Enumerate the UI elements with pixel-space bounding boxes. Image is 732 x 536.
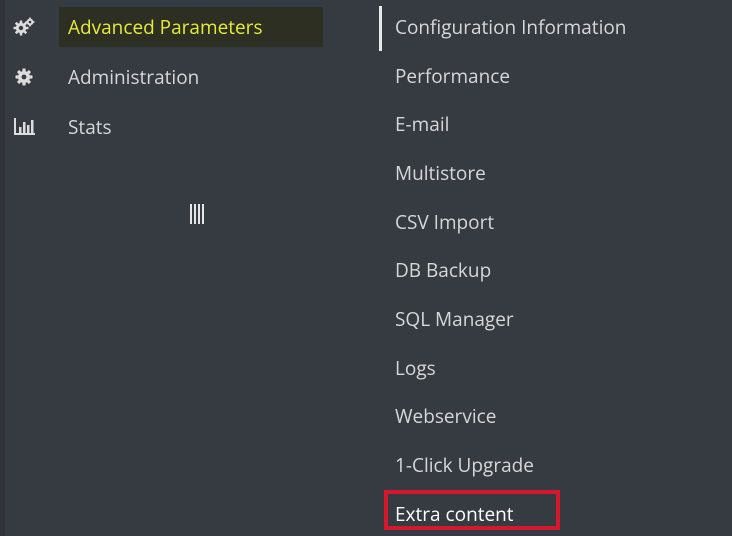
submenu: Configuration Information Performance E-… xyxy=(383,0,732,536)
submenu-item-label: Logs xyxy=(395,355,436,381)
submenu-item-1-click-upgrade[interactable]: 1-Click Upgrade xyxy=(383,446,723,484)
submenu-item-multistore[interactable]: Multistore xyxy=(383,154,723,192)
submenu-item-label: DB Backup xyxy=(395,257,492,283)
submenu-item-label: Performance xyxy=(395,63,511,89)
submenu-item-label: E-mail xyxy=(395,111,450,137)
submenu-item-label: Extra content xyxy=(395,501,514,527)
submenu-item-performance[interactable]: Performance xyxy=(383,57,723,95)
submenu-item-webservice[interactable]: Webservice xyxy=(383,397,723,435)
submenu-item-csv-import[interactable]: CSV Import xyxy=(383,203,723,241)
bar-chart-icon xyxy=(13,116,35,138)
sidebar-item-advanced-parameters[interactable]: Advanced Parameters xyxy=(5,5,375,49)
submenu-item-label: CSV Import xyxy=(395,209,495,235)
submenu-item-extra-content[interactable]: Extra content xyxy=(383,490,723,533)
sidebar-item-administration[interactable]: Administration xyxy=(5,55,375,99)
submenu-item-label: Multistore xyxy=(395,160,486,186)
submenu-item-label: Configuration Information xyxy=(395,14,627,40)
sidebar-item-label: Administration xyxy=(68,64,200,90)
submenu-item-configuration-information[interactable]: Configuration Information xyxy=(383,8,723,46)
vertical-bars-icon[interactable] xyxy=(188,204,208,224)
submenu-item-logs[interactable]: Logs xyxy=(383,349,723,387)
sidebar-item-label: Advanced Parameters xyxy=(68,14,263,40)
submenu-item-db-backup[interactable]: DB Backup xyxy=(383,251,723,289)
submenu-item-label: SQL Manager xyxy=(395,306,514,332)
submenu-item-label: Webservice xyxy=(395,403,497,429)
sidebar-nav: Advanced Parameters Administration Stats xyxy=(5,0,375,536)
sidebar-item-label: Stats xyxy=(68,114,112,140)
gears-icon xyxy=(13,16,35,38)
active-submenu-divider xyxy=(379,6,382,51)
gear-icon xyxy=(13,66,35,88)
submenu-item-sql-manager[interactable]: SQL Manager xyxy=(383,300,723,338)
submenu-item-email[interactable]: E-mail xyxy=(383,105,723,143)
submenu-item-label: 1-Click Upgrade xyxy=(395,452,534,478)
sidebar-item-stats[interactable]: Stats xyxy=(5,105,375,149)
